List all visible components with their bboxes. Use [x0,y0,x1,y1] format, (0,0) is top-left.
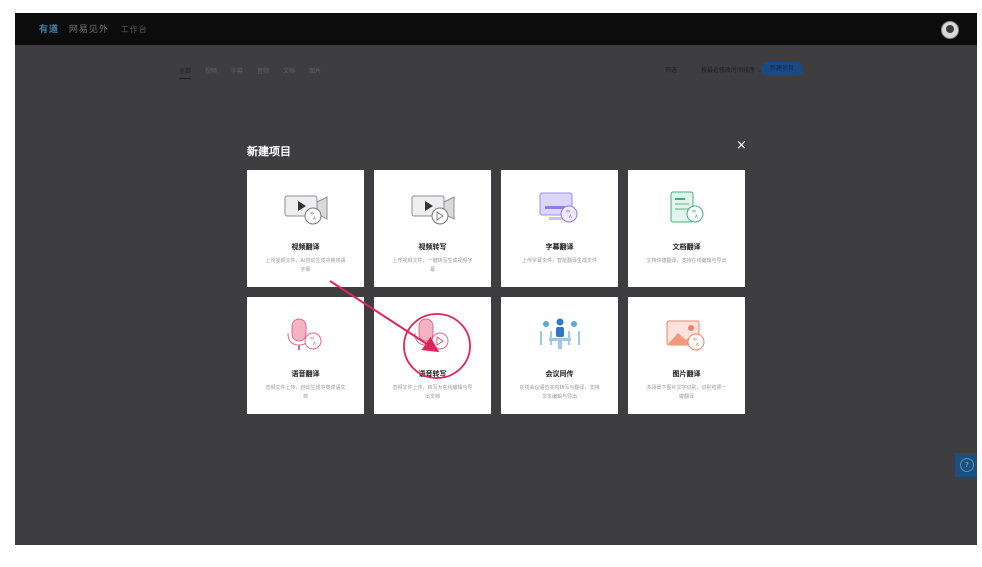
tab-document[interactable]: 文档 [283,66,295,79]
card-description: 文档快捷翻译，支持在线编辑与导出 [646,258,727,264]
logo[interactable]: 有道 网易见外 工作台 [39,22,148,35]
voice-transcribe-icon [414,318,449,350]
card-description: 音频文件上传，转写为在线编辑与导出文档 [392,385,473,400]
tab-all[interactable]: 全部 [179,66,192,79]
svg-text:A: A [313,341,316,346]
svg-text:A: A [696,342,699,347]
close-icon[interactable]: × [736,138,747,153]
filter-button[interactable]: 筛选 [665,65,677,74]
card-voice-translate[interactable]: 中A 语音翻译 音频文件上传，自动生成中英双语文档 [247,297,364,414]
tab-image[interactable]: 图片 [309,66,321,79]
top-bar: 有道 网易见外 工作台 [15,13,977,45]
sort-label: 按最近修改时间排序 [701,67,756,74]
card-document-translate[interactable]: 中A 文档翻译 文档快捷翻译，支持在线编辑与导出 [628,170,745,287]
card-description: 上传字幕文件，智能翻译生成文件 [521,258,597,264]
tab-audio[interactable]: 音频 [257,66,269,79]
new-project-button[interactable]: 新建项目 [761,62,803,76]
image-translate-icon: 中A [666,320,705,351]
card-description: 多场景下图片文字识别，识别结果一键翻译 [646,385,727,400]
svg-text:A: A [695,214,698,219]
card-title: 语音转写 [418,370,447,378]
document-translate-icon: 中A [670,191,704,223]
brand-text: 有道 [39,25,60,35]
card-description: 音频文件上传，自动生成中英双语文档 [265,385,346,400]
subtitle-translate-icon: 中A [539,192,578,223]
card-title: 会议同传 [545,370,574,378]
card-description: 上传视频文件，一键转写生成视频字幕 [392,258,473,273]
video-translate-icon: 中A [284,195,328,225]
card-meeting-interpret[interactable]: 会议同传 在线会议语音实时转写与翻译，支持文本编辑与导出 [501,297,618,414]
card-title: 视频翻译 [291,243,320,251]
project-tabs: 全部 视频 字幕 音频 文档 图片 [179,66,321,79]
video-transcribe-icon [411,195,455,225]
card-description: 上传视频文件，AI自动生成中英双语字幕 [265,258,346,273]
card-video-translate[interactable]: 中A 视频翻译 上传视频文件，AI自动生成中英双语字幕 [247,170,364,287]
sort-dropdown[interactable]: 按最近修改时间排序 ⌄ [701,65,762,74]
card-video-transcribe[interactable]: 视频转写 上传视频文件，一键转写生成视频字幕 [374,170,491,287]
card-title: 语音翻译 [291,370,320,378]
product-name: 网易见外 [68,25,109,35]
card-image-translate[interactable]: 中A 图片翻译 多场景下图片文字识别，识别结果一键翻译 [628,297,745,414]
card-subtitle-translate[interactable]: 中A 字幕翻译 上传字幕文件，智能翻译生成文件 [501,170,618,287]
workspace-label: 工作台 [120,25,148,34]
app-window: 有道 网易见外 工作台 全部 视频 字幕 音频 文档 图片 筛选 按最近修改时间… [15,13,977,545]
card-title: 字幕翻译 [545,243,574,251]
help-icon: ? [960,458,974,472]
card-description: 在线会议语音实时转写与翻译，支持文本编辑与导出 [519,385,600,400]
card-voice-transcribe[interactable]: 语音转写 音频文件上传，转写为在线编辑与导出文档 [374,297,491,414]
card-title: 视频转写 [418,243,447,251]
svg-text:A: A [569,214,572,219]
meeting-interpret-icon [540,318,580,349]
card-title: 图片翻译 [672,370,701,378]
dialog-title: 新建项目 [247,145,291,158]
user-avatar[interactable] [941,21,959,39]
svg-text:A: A [313,216,316,221]
help-widget[interactable]: ? [955,453,977,477]
tab-video[interactable]: 视频 [205,66,217,79]
card-title: 文档翻译 [672,243,701,251]
tab-subtitle[interactable]: 字幕 [231,66,243,79]
voice-translate-icon: 中A [287,318,322,350]
